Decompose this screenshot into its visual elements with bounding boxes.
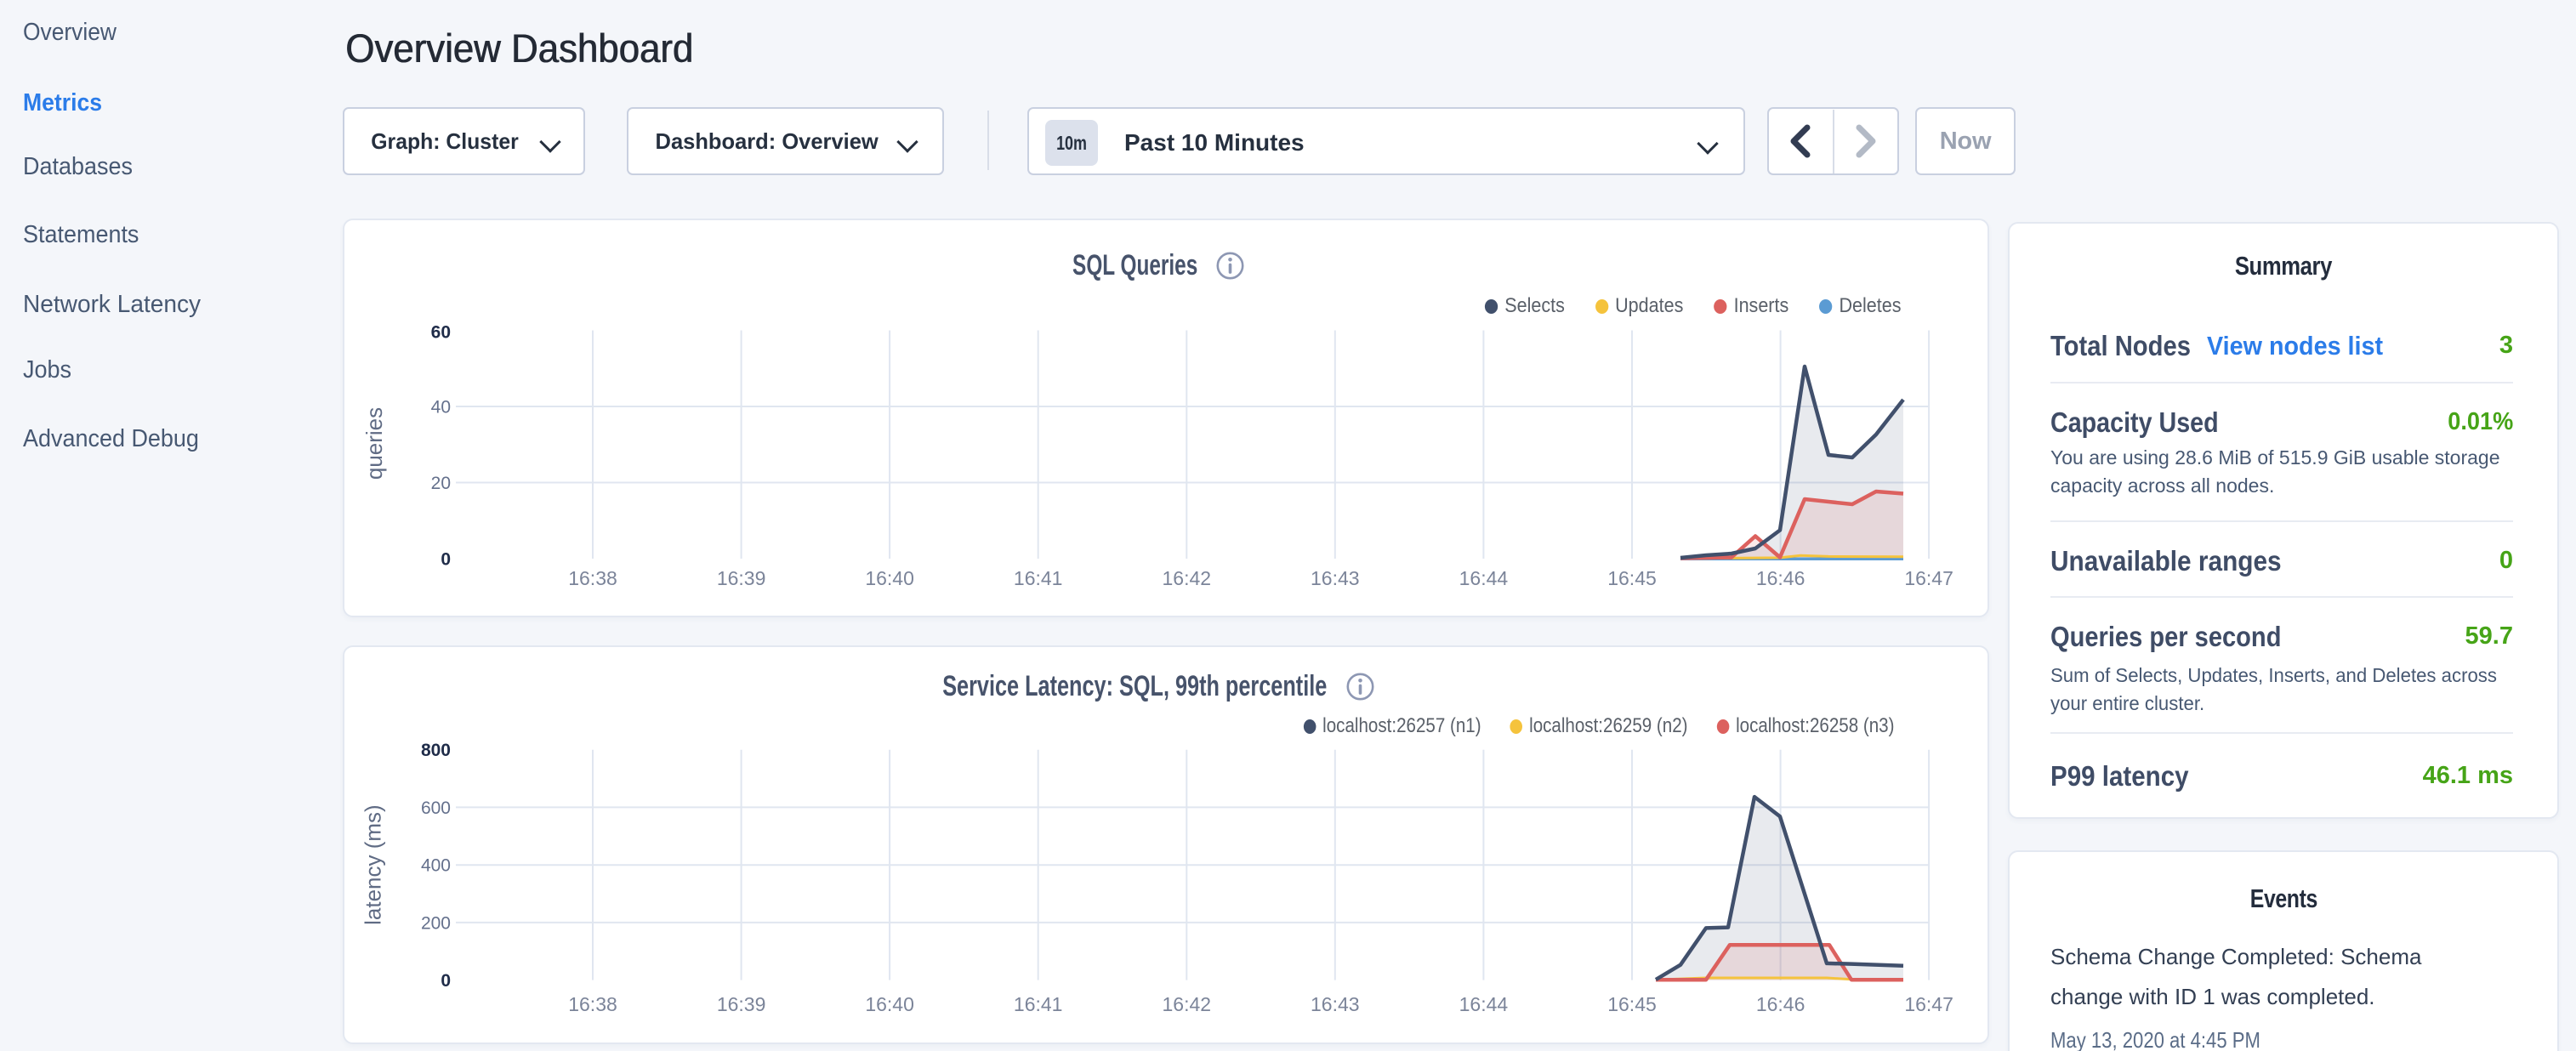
svg-text:16:43: 16:43 — [1311, 993, 1360, 1015]
svg-text:16:41: 16:41 — [1014, 993, 1063, 1015]
svg-text:16:38: 16:38 — [568, 993, 617, 1015]
svg-text:16:42: 16:42 — [1163, 993, 1212, 1015]
svg-text:16:43: 16:43 — [1311, 567, 1360, 589]
svg-text:16:40: 16:40 — [865, 567, 914, 589]
svg-text:200: 200 — [421, 913, 451, 933]
svg-text:16:46: 16:46 — [1756, 567, 1805, 589]
svg-text:latency (ms): latency (ms) — [360, 804, 385, 925]
svg-text:60: 60 — [431, 323, 451, 343]
svg-text:40: 40 — [431, 398, 451, 418]
svg-text:16:45: 16:45 — [1607, 993, 1657, 1015]
svg-text:20: 20 — [431, 474, 451, 493]
svg-text:16:46: 16:46 — [1756, 993, 1805, 1015]
svg-text:16:41: 16:41 — [1014, 567, 1063, 589]
svg-text:16:44: 16:44 — [1459, 993, 1509, 1015]
svg-text:queries: queries — [361, 407, 387, 480]
svg-text:16:47: 16:47 — [1904, 567, 1953, 589]
svg-text:400: 400 — [421, 856, 451, 876]
svg-text:16:44: 16:44 — [1459, 567, 1509, 589]
svg-text:0: 0 — [441, 550, 451, 570]
svg-text:16:39: 16:39 — [717, 567, 766, 589]
svg-text:0: 0 — [441, 971, 451, 991]
svg-text:16:45: 16:45 — [1607, 567, 1657, 589]
svg-text:800: 800 — [421, 741, 451, 760]
svg-text:16:39: 16:39 — [717, 993, 766, 1015]
svg-text:16:47: 16:47 — [1904, 993, 1953, 1015]
svg-text:16:38: 16:38 — [568, 567, 617, 589]
svg-text:16:40: 16:40 — [865, 993, 914, 1015]
svg-text:600: 600 — [421, 798, 451, 818]
svg-text:16:42: 16:42 — [1163, 567, 1212, 589]
